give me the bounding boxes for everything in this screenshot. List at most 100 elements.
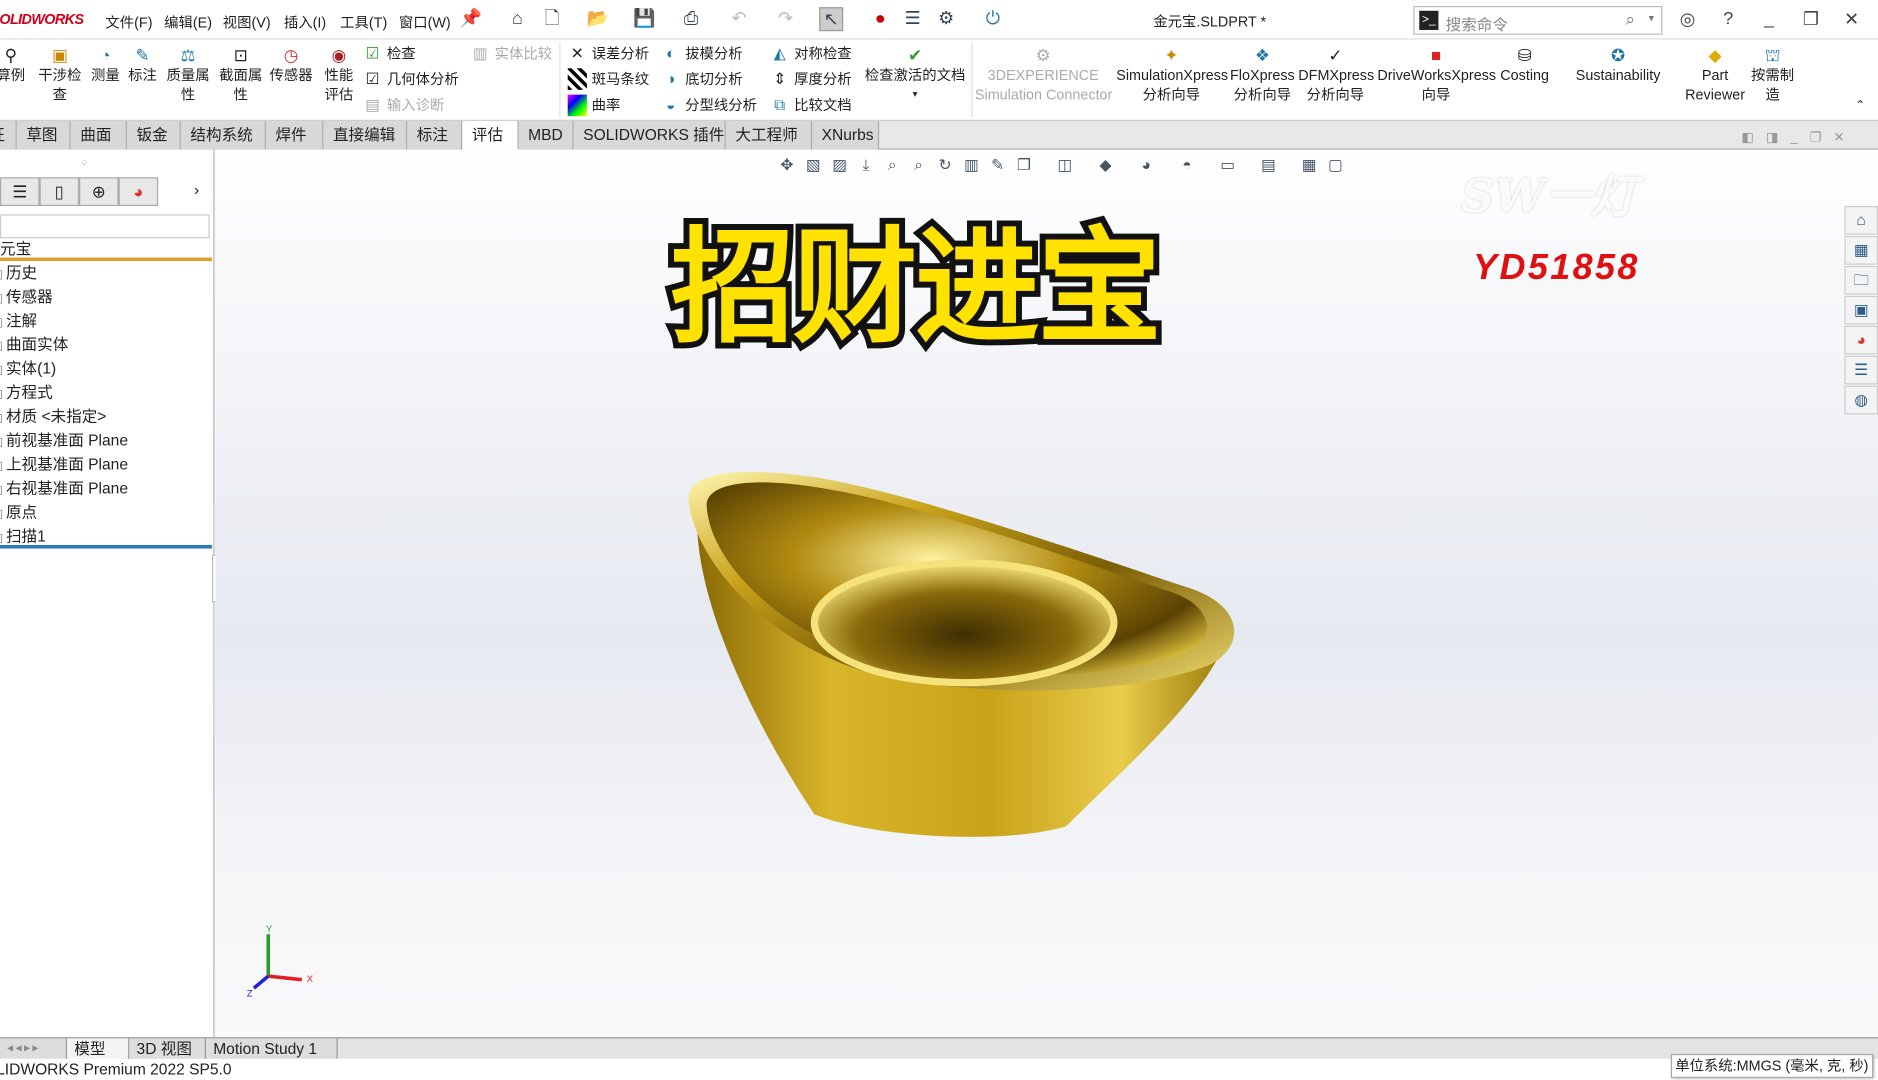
- undercut-analysis-button[interactable]: ◑ 底切分析: [661, 68, 743, 90]
- section-properties-button[interactable]: ⊡ 截面属 性: [217, 44, 265, 104]
- costing-button[interactable]: ⛁ Costing: [1497, 44, 1552, 85]
- view-orientation-icon[interactable]: ▥: [961, 156, 983, 175]
- tab-scroll-arrows[interactable]: ◂◂▸▸: [0, 1038, 68, 1060]
- apply-scene-icon[interactable]: ◕: [1135, 156, 1157, 174]
- print-icon[interactable]: ⎙: [679, 7, 703, 31]
- tab-5[interactable]: 焊件: [265, 120, 324, 150]
- study-button[interactable]: ⚲算例: [0, 44, 29, 85]
- tab-8[interactable]: 评估: [462, 120, 519, 150]
- feature-manager-tab[interactable]: ☰: [0, 177, 40, 207]
- tab-12[interactable]: XNurbs: [812, 120, 880, 150]
- measure-button[interactable]: ◔ 测量: [89, 44, 123, 85]
- chevron-down-icon[interactable]: ▾: [862, 85, 967, 104]
- restore-icon[interactable]: ❐: [1810, 131, 1834, 145]
- performance-evaluation-button[interactable]: ◉ 性能 评估: [321, 44, 357, 104]
- thickness-analysis-button[interactable]: ⇕ 厚度分析: [770, 68, 851, 90]
- hide-show-icon[interactable]: ❒: [1013, 156, 1035, 175]
- chevron-down-icon[interactable]: ▾: [1649, 12, 1654, 25]
- splitter-handle[interactable]: ○: [81, 157, 87, 168]
- 3dexperience-simulation-connector-button[interactable]: ⚙ 3DEXPERIENCE Simulation Connector: [975, 44, 1112, 104]
- bottom-tab-0[interactable]: 模型: [67, 1038, 130, 1060]
- open-file-icon[interactable]: 📂: [586, 7, 610, 31]
- tree-item[interactable]: ▯上视基准面 Plane: [0, 453, 128, 477]
- new-file-icon[interactable]: 🗋: [540, 7, 564, 31]
- search-commands-input[interactable]: >_ 搜索命令 ⌕ ▾: [1413, 5, 1663, 35]
- bottom-tab-1[interactable]: 3D 视图: [129, 1038, 207, 1060]
- tab-6[interactable]: 直接编辑: [323, 120, 408, 150]
- monitor-icon[interactable]: ▭: [1217, 156, 1239, 175]
- sustainability-button[interactable]: ✪ Sustainability: [1571, 44, 1664, 85]
- options-gear-icon[interactable]: ⚙: [934, 7, 958, 31]
- display-manager-tab[interactable]: ◕: [118, 177, 159, 207]
- part-reviewer-button[interactable]: ◆ Part Reviewer: [1682, 44, 1749, 104]
- sensor-button[interactable]: ◷ 传感器: [267, 44, 315, 85]
- tab-7[interactable]: 标注: [407, 120, 463, 150]
- tab-3[interactable]: 钣金: [126, 120, 181, 150]
- tree-item[interactable]: ▯实体(1): [0, 357, 56, 381]
- tab-1[interactable]: 草图: [16, 120, 71, 150]
- tree-item[interactable]: ▯传感器: [0, 285, 53, 309]
- tree-item[interactable]: ▯扫描1: [0, 525, 212, 549]
- taskpane-design-library[interactable]: ▦: [1844, 235, 1878, 265]
- configuration-manager-tab[interactable]: ⊕: [79, 177, 119, 207]
- check-active-document-button[interactable]: ✔ 检查激活的文档 ▾: [862, 44, 967, 104]
- graphics-viewport[interactable]: ✥ ▧ ▨ ⤓ ⌕ ⌕ ↻ ▥ ✎ ❒ ◫ ◆ ◕ ◓ ▭ ▤ ▦ ▢ ◧◨_❐✕ 招财进宝 SW一灯 YD518…: [215, 131, 1878, 1038]
- zoom-window-icon[interactable]: ⌕: [908, 156, 930, 175]
- realview-icon[interactable]: ▦: [1298, 156, 1320, 175]
- rotate-icon[interactable]: ↻: [934, 156, 956, 175]
- property-manager-tab[interactable]: ▯: [39, 177, 80, 207]
- dfmxpress-button[interactable]: ✓ DFMXpress 分析向导: [1298, 44, 1374, 104]
- section-view-icon[interactable]: ▨: [829, 156, 851, 175]
- menu-tools[interactable]: 工具(T): [340, 12, 387, 32]
- driveworksxpress-button[interactable]: ■ DriveWorksXpress 向导: [1377, 44, 1496, 104]
- zoom-icon[interactable]: ⌕: [882, 156, 904, 175]
- filter-input[interactable]: [0, 214, 210, 239]
- tab-9[interactable]: MBD: [518, 120, 574, 150]
- tile-left-icon[interactable]: ◧: [1741, 131, 1765, 145]
- pin-icon[interactable]: 📌: [459, 7, 483, 31]
- minimize-icon[interactable]: _: [1790, 131, 1809, 145]
- menu-view[interactable]: 视图(V): [223, 12, 271, 32]
- taskpane-file-explorer[interactable]: 🗀: [1844, 265, 1878, 295]
- menu-window[interactable]: 窗口(W): [399, 12, 451, 32]
- taskpane-custom-properties[interactable]: ☰: [1844, 355, 1878, 385]
- mass-properties-button[interactable]: ⚖ 质量属 性: [164, 44, 212, 104]
- view-settings-icon[interactable]: ◓: [1176, 156, 1198, 174]
- tree-item[interactable]: ▯原点: [0, 501, 37, 525]
- tree-item[interactable]: ▯右视基准面 Plane: [0, 477, 128, 501]
- menu-edit[interactable]: 编辑(E): [164, 12, 212, 32]
- undo-icon[interactable]: ↶: [727, 7, 751, 31]
- interference-check-button[interactable]: ▣ 干涉检 查: [36, 44, 84, 104]
- menu-file[interactable]: 文件(F): [105, 12, 152, 32]
- units-selector[interactable]: 单位系统:MMGS (毫米, 克, 秒): [1670, 1053, 1874, 1078]
- tree-item[interactable]: ▯曲面实体: [0, 333, 68, 357]
- tree-item[interactable]: ▯注解: [0, 309, 37, 333]
- taskpane-3dexperience[interactable]: ◍: [1844, 385, 1878, 415]
- taskpane-view-palette[interactable]: ▣: [1844, 295, 1878, 325]
- menu-insert[interactable]: 插入(I): [284, 12, 326, 32]
- standard-views-icon[interactable]: ◫: [1054, 156, 1076, 175]
- deviation-analysis-button[interactable]: ✕ 误差分析: [568, 43, 649, 65]
- tab-2[interactable]: 曲面: [70, 120, 127, 150]
- user-account-icon[interactable]: ◎: [1676, 8, 1700, 30]
- markup-button[interactable]: ✎ 标注: [126, 44, 160, 85]
- tab-0[interactable]: 特征: [0, 120, 17, 150]
- help-icon[interactable]: ?: [1716, 8, 1740, 28]
- symmetry-check-button[interactable]: ◭ 对称检查: [770, 43, 852, 65]
- minimize-icon[interactable]: _: [1757, 8, 1781, 28]
- floxpress-button[interactable]: ❖ FloXpress 分析向导: [1229, 44, 1296, 104]
- tab-11[interactable]: 大工程师: [725, 120, 813, 150]
- tree-item[interactable]: ▯历史: [0, 261, 37, 285]
- curvature-button[interactable]: .曲率: [567, 94, 620, 117]
- tree-item[interactable]: ▯方程式: [0, 381, 53, 405]
- import-diagnostics-button[interactable]: ▤ 输入诊断: [363, 95, 444, 117]
- zoom-to-fit-icon[interactable]: ✥: [776, 156, 798, 175]
- edit-appearance-icon[interactable]: ◆: [1095, 156, 1117, 175]
- tree-item[interactable]: ▯前视基准面 Plane: [0, 429, 128, 453]
- tree-item[interactable]: ▯材质 <未指定>: [0, 405, 106, 429]
- compare-bodies-button[interactable]: ▥ 实体比较: [471, 43, 552, 65]
- display-style-icon[interactable]: ✎: [987, 156, 1009, 175]
- geometry-analysis-button[interactable]: ☑ 几何体分析: [363, 68, 459, 90]
- parting-line-analysis-button[interactable]: ◒ 分型线分析: [661, 95, 757, 117]
- file-properties-icon[interactable]: ☰: [901, 7, 925, 31]
